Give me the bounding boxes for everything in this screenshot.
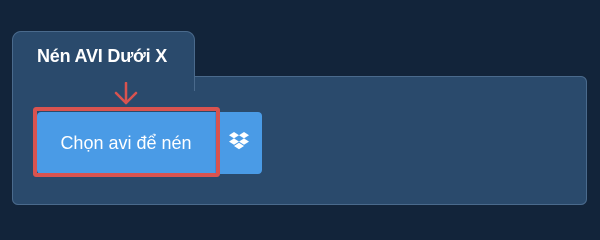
tab-compress-avi[interactable]: Nén AVI Dưới X — [12, 31, 195, 91]
dropbox-button[interactable] — [215, 112, 262, 174]
dropbox-icon — [229, 131, 249, 155]
choose-file-button[interactable]: Chọn avi để nén — [37, 112, 215, 174]
tab-title: Nén AVI Dưới X — [37, 46, 168, 66]
upload-button-group: Chọn avi để nén — [37, 112, 262, 174]
arrow-down-icon — [114, 82, 138, 105]
